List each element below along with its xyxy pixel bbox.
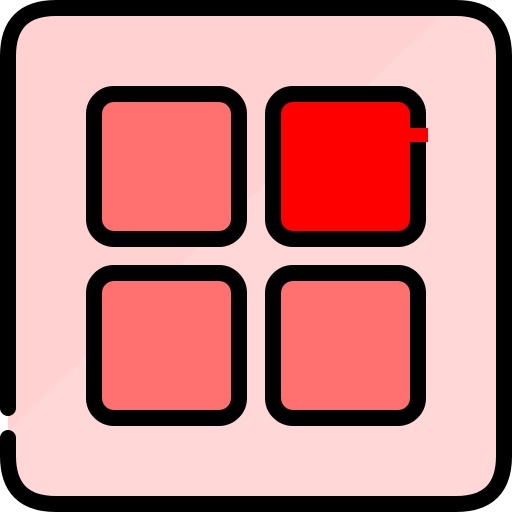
grid-view-icon [0, 0, 512, 512]
grid-tile-active-gap [408, 128, 428, 142]
grid-tile-active [265, 86, 426, 247]
grid-view-icon-graphic [0, 0, 512, 512]
grid-tile [86, 86, 247, 247]
grid-tile [265, 265, 426, 426]
grid-tile [86, 265, 247, 426]
